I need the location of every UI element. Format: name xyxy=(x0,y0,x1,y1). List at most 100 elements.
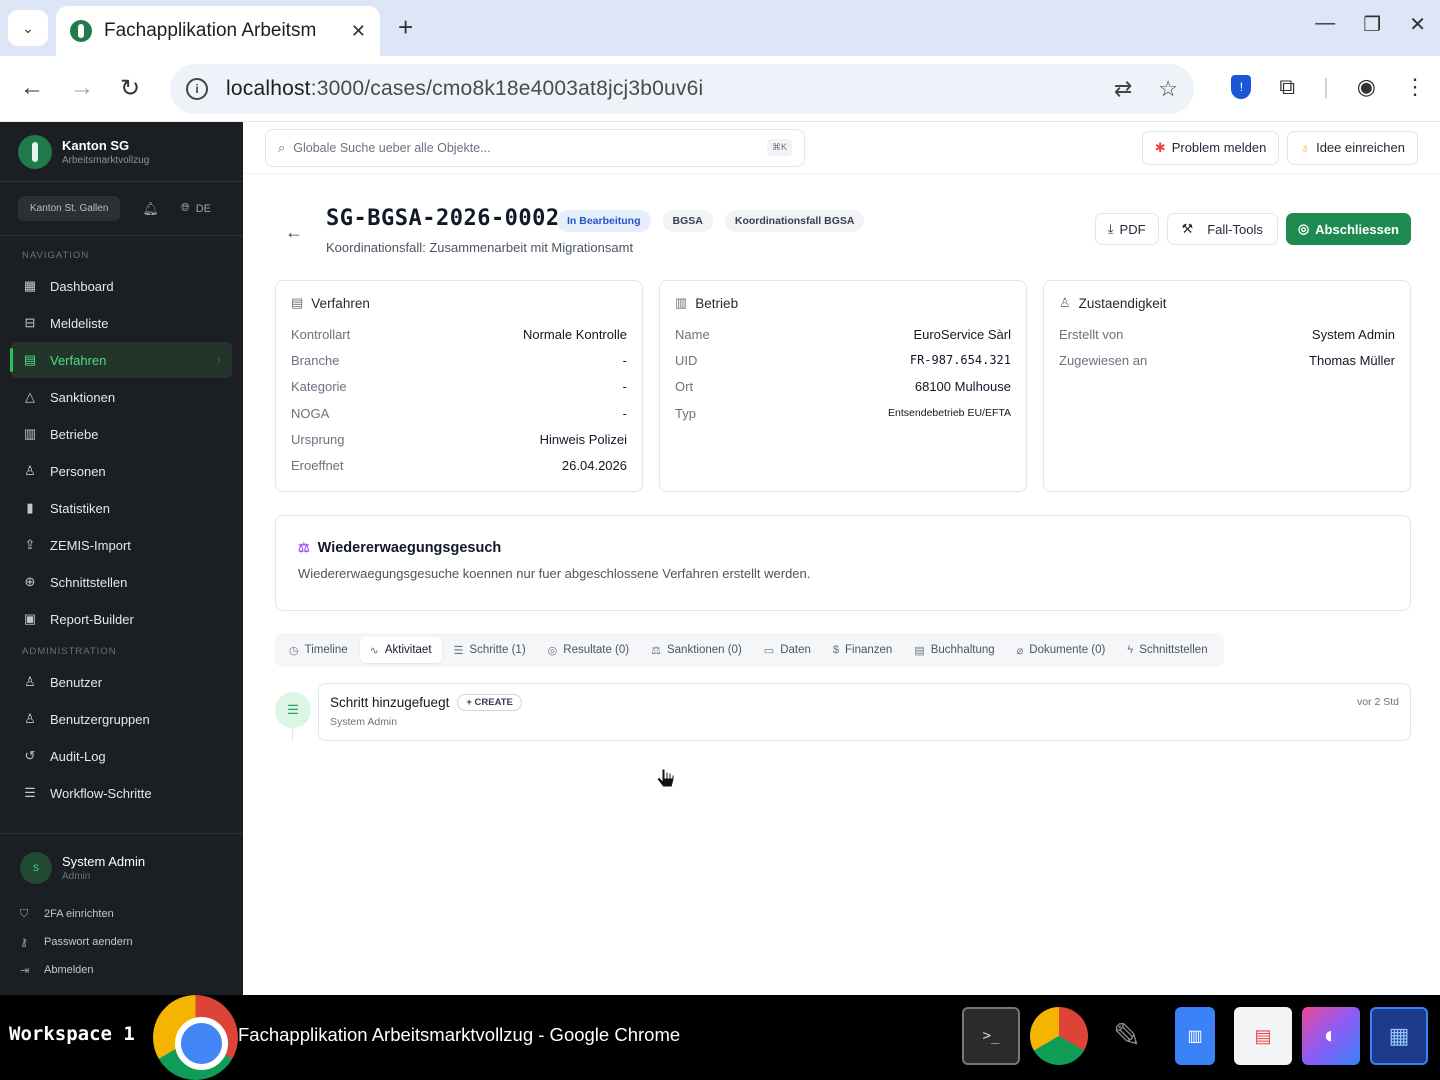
kv-value: - xyxy=(622,352,627,368)
dollar-icon: $ xyxy=(832,644,839,656)
user-icon: ♙ xyxy=(1059,295,1071,310)
kv-value: Normale Kontrolle xyxy=(522,326,627,342)
global-search[interactable]: ⌕ ⌘K xyxy=(265,128,805,167)
minimize-icon[interactable]: — xyxy=(1315,12,1335,37)
extension-icons: ! ⧉ | ◉ ⋮ xyxy=(1231,74,1426,100)
sidebar-item-workflow-schritte[interactable]: ☰ Workflow-Schritte xyxy=(11,775,232,811)
chrome-app-icon[interactable] xyxy=(153,995,238,1080)
window-close-icon[interactable]: ✕ xyxy=(1409,12,1426,37)
tab-schnittstellen[interactable]: ϟ Schnittstellen xyxy=(1117,637,1217,663)
top-actions: ✱ Problem melden ♁ Idee einreichen xyxy=(1141,130,1418,165)
window-controls: — ❐ ✕ xyxy=(1315,12,1426,37)
case-tools-button[interactable]: ⚒ Fall-Tools xyxy=(1166,213,1278,245)
terminal-icon[interactable]: >_ xyxy=(962,1007,1020,1065)
new-tab-icon[interactable]: + xyxy=(398,12,413,43)
sidebar-item-dashboard[interactable]: ▦ Dashboard xyxy=(11,268,232,304)
kv-row: Branche - xyxy=(291,347,627,373)
tab-finanzen[interactable]: $ Finanzen xyxy=(823,637,902,663)
kv-value: 68100 Mulhouse xyxy=(914,379,1011,395)
report-problem-button[interactable]: ✱ Problem melden xyxy=(1141,130,1280,165)
tab-aktivitaet[interactable]: ∿ Aktivitaet xyxy=(359,637,442,663)
chrome-menu-icon[interactable]: ⋮ xyxy=(1404,74,1426,100)
sidebar-item-sanktionen[interactable]: △ Sanktionen xyxy=(11,379,232,415)
translate-icon[interactable]: ⇄ xyxy=(1114,76,1132,102)
tab-sanktionen[interactable]: ⚖ Sanktionen (0) xyxy=(641,637,752,663)
calculator-icon[interactable]: ▦ xyxy=(1370,1007,1428,1065)
back-arrow-icon[interactable]: ← xyxy=(20,74,44,102)
sidebar-item-benutzer[interactable]: ♙ Benutzer xyxy=(11,664,232,700)
sidebar-item-schnittstellen[interactable]: ⊕ Schnittstellen xyxy=(11,564,232,600)
kv-row: UID FR-987.654.321 xyxy=(675,347,1011,373)
report-problem-label: Problem melden xyxy=(1171,140,1267,155)
user-icon: ♙ xyxy=(24,463,36,478)
profile-icon[interactable]: ◉ xyxy=(1357,74,1376,100)
document-viewer-icon[interactable]: ▤ xyxy=(1234,1007,1292,1065)
sidebar-item-label: Schnittstellen xyxy=(50,574,128,590)
sidebar-item-meldeliste[interactable]: ⊟ Meldeliste xyxy=(11,305,232,341)
reload-icon[interactable]: ↻ xyxy=(120,74,140,103)
tab-dokumente[interactable]: ⌀ Dokumente (0) xyxy=(1007,637,1116,663)
app-topbar: ⌕ ⌘K ✱ Problem melden ♁ Idee einreichen xyxy=(243,122,1440,174)
sidebar-item-audit-log[interactable]: ↺ Audit-Log xyxy=(11,738,232,774)
file-manager-icon[interactable]: ▥ xyxy=(1175,1007,1215,1065)
sidebar-item-benutzergruppen[interactable]: ♙ Benutzergruppen xyxy=(11,701,232,737)
submit-idea-button[interactable]: ♁ Idee einreichen xyxy=(1287,130,1418,165)
logout-link[interactable]: ⇥ Abmelden xyxy=(20,956,223,984)
sidebar-item-zemis-import[interactable]: ⇪ ZEMIS-Import xyxy=(11,527,232,563)
ledger-icon: ▤ xyxy=(914,644,925,657)
sidebar-item-label: Dashboard xyxy=(50,278,114,294)
sidebar-item-betriebe[interactable]: ▥ Betriebe xyxy=(11,416,232,452)
check-circle-icon: ◎ xyxy=(1297,221,1310,236)
sidebar-item-statistiken[interactable]: ▮ Statistiken xyxy=(11,490,232,526)
case-subtitle: Koordinationsfall: Zusammenarbeit mit Mi… xyxy=(326,240,634,255)
tab-buchhaltung[interactable]: ▤ Buchhaltung xyxy=(904,637,1004,663)
restore-icon[interactable]: ❐ xyxy=(1363,12,1381,37)
activity-entry: Schritt hinzugefuegt + CREATE System Admi… xyxy=(318,683,1411,741)
url-text[interactable]: localhost:3000/cases/cmo8k18e4003at8jcj3… xyxy=(226,77,1088,101)
browser-tab-active[interactable]: Fachapplikation Arbeitsm ✕ xyxy=(56,6,380,56)
type-badge: BGSA xyxy=(662,210,713,232)
address-bar[interactable]: i localhost:3000/cases/cmo8k18e4003at8jc… xyxy=(170,64,1194,114)
sidebar-item-report-builder[interactable]: ▣ Report-Builder xyxy=(11,601,232,637)
active-window-title[interactable]: Fachapplikation Arbeitsmarktvollzug - Go… xyxy=(238,1024,680,1046)
bookmark-star-icon[interactable]: ☆ xyxy=(1158,76,1178,102)
tab-schritte[interactable]: ☰ Schritte (1) xyxy=(444,637,536,663)
shield-extension-icon[interactable]: ! xyxy=(1231,75,1252,99)
wrench-icon: ⚒ xyxy=(1181,221,1194,236)
forward-arrow-icon[interactable]: → xyxy=(70,74,94,102)
sidebar-item-label: Personen xyxy=(50,463,106,479)
sidebar-item-verfahren[interactable]: ▤ Verfahren › xyxy=(10,342,232,378)
close-case-button[interactable]: ◎ Abschliessen xyxy=(1285,213,1411,245)
card-title-text: Zustaendigkeit xyxy=(1078,295,1167,311)
language-label: DE xyxy=(195,202,211,215)
card-title: ▥ Betrieb xyxy=(675,295,1011,311)
chrome-icon[interactable] xyxy=(1030,1007,1088,1065)
kv-key: Ort xyxy=(675,379,694,395)
tab-resultate[interactable]: ◎ Resultate (0) xyxy=(538,637,639,663)
extensions-puzzle-icon[interactable]: ⧉ xyxy=(1279,74,1295,100)
workspace-label[interactable]: Workspace 1 xyxy=(9,1023,135,1045)
clock-icon: ◷ xyxy=(289,644,299,657)
user-profile[interactable]: S System Admin Admin xyxy=(20,852,223,884)
search-input[interactable] xyxy=(293,140,767,155)
canton-selector[interactable]: Kanton St. Gallen xyxy=(18,196,121,221)
tab-list-dropdown[interactable]: ⌄ xyxy=(8,10,48,46)
sidebar-item-personen[interactable]: ♙ Personen xyxy=(11,453,232,489)
image-editor-icon[interactable]: ◐ xyxy=(1302,1007,1360,1065)
tab-daten[interactable]: ▭ Daten xyxy=(754,637,821,663)
bell-icon[interactable]: 🔔︎ xyxy=(142,201,159,217)
setup-2fa-link[interactable]: ⛉ 2FA einrichten xyxy=(20,900,223,928)
tab-timeline[interactable]: ◷ Timeline xyxy=(279,637,358,663)
info-cards: ▤ Verfahren Kontrollart Normale Kontrolle … xyxy=(275,280,1411,492)
site-info-icon[interactable]: i xyxy=(186,78,208,100)
back-arrow-icon[interactable]: ← xyxy=(285,222,303,243)
kv-value: 26.04.2026 xyxy=(561,458,627,474)
pdf-button[interactable]: ⤓ PDF xyxy=(1094,213,1159,245)
tab-close-icon[interactable]: ✕ xyxy=(351,21,366,42)
shortcut-hint: ⌘K xyxy=(766,139,792,156)
language-switch[interactable]: 🌐︎ DE xyxy=(181,202,211,215)
kv-value: EuroService Sàrl xyxy=(913,326,1011,342)
activity-tag-text: CREATE xyxy=(474,697,513,708)
change-password-link[interactable]: ⚷ Passwort aendern xyxy=(20,928,223,956)
text-editor-icon[interactable]: ✎ xyxy=(1098,1007,1156,1065)
